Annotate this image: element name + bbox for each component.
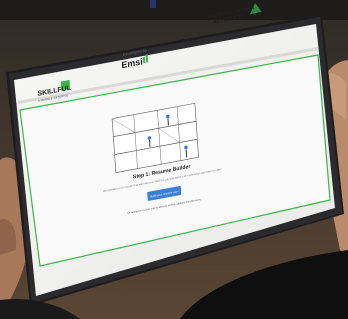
worker-3-body bbox=[185, 149, 188, 158]
emsi-mark-bar-1 bbox=[142, 56, 146, 64]
top-accent bbox=[150, 0, 156, 8]
photo-scene: SKILLFUL A MARKLE INITIATIVE Developed b… bbox=[0, 0, 348, 319]
top-strip bbox=[0, 0, 348, 20]
photo-illustration: SKILLFUL A MARKLE INITIATIVE Developed b… bbox=[0, 0, 348, 319]
